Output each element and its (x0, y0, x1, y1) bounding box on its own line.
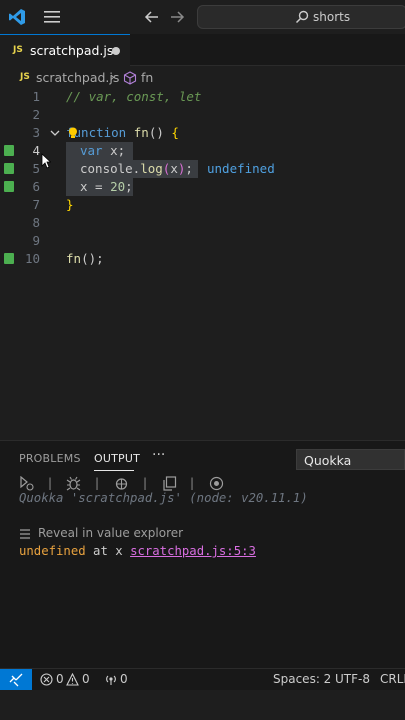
line-number: 8 (32, 215, 40, 230)
line-number: 5 (32, 161, 40, 176)
status-bar: 0 0 0 Spaces: 2 UTF-8 CRLF (0, 668, 405, 691)
fold-chevron-down-icon[interactable] (49, 127, 61, 139)
reveal-label: Reveal in value explorer (38, 526, 184, 540)
remote-indicator-button[interactable] (0, 669, 32, 691)
coverage-marker (4, 253, 14, 264)
line-number: 7 (32, 197, 40, 212)
vscode-logo-icon[interactable] (8, 8, 26, 26)
code-line: 9 (0, 232, 405, 250)
code-text: x = 20; (80, 179, 133, 194)
js-file-icon: JS (13, 45, 23, 55)
indentation-setting[interactable]: Spaces: 2 (273, 672, 331, 686)
line-number: 10 (24, 251, 40, 266)
tab-problems[interactable]: PROBLEMS (19, 452, 81, 465)
line-number: 1 (32, 89, 40, 104)
code-line: 2 (0, 106, 405, 124)
remote-icon (9, 673, 23, 687)
arrow-right-icon[interactable] (168, 8, 186, 26)
symbol-function-icon (123, 71, 137, 85)
list-icon (20, 529, 30, 539)
result-location-prefix: at x (85, 544, 131, 558)
code-line: 3 function fn() { (0, 124, 405, 142)
toolbar-separator: | (143, 476, 148, 490)
line-number: 4 (32, 143, 40, 158)
code-line: 1 // var, const, let (0, 88, 405, 106)
editor-tab-bar: JS scratchpad.js (0, 34, 405, 66)
error-count[interactable]: 0 (56, 672, 64, 686)
toolbar-separator: | (48, 476, 53, 490)
code-line: 8 (0, 214, 405, 232)
warning-icon[interactable] (66, 673, 79, 686)
toolbar-separator: | (95, 476, 100, 490)
title-bar: shorts (0, 0, 405, 34)
run-icon[interactable] (19, 476, 34, 491)
active-tab-indicator (94, 470, 134, 471)
lightbulb-icon[interactable] (68, 127, 78, 139)
arrow-left-icon[interactable] (143, 8, 161, 26)
command-center-search[interactable]: shorts (197, 5, 405, 29)
search-icon (295, 10, 309, 24)
result-source-link[interactable]: scratchpad.js:5:3 (130, 544, 256, 558)
code-line: 4 var x; (0, 142, 405, 160)
code-editor[interactable]: 1 // var, const, let 2 3 function fn() {… (0, 88, 405, 438)
tab-scratchpad[interactable]: JS scratchpad.js (0, 34, 130, 66)
coverage-marker (4, 145, 14, 156)
breadcrumb-separator: › (110, 70, 115, 84)
eol-setting[interactable]: CRLF (380, 672, 405, 686)
coverage-marker (4, 181, 14, 192)
code-line: 6 x = 20; (0, 178, 405, 196)
code-text: fn(); (66, 251, 104, 266)
code-line: 7 } (0, 196, 405, 214)
breadcrumb: JS scratchpad.js › fn (0, 67, 405, 89)
coverage-marker (4, 163, 14, 174)
result-value: undefined (19, 544, 86, 558)
tab-output[interactable]: OUTPUT (94, 452, 140, 465)
bug-icon[interactable] (114, 476, 129, 491)
command-center-label: shorts (313, 10, 351, 24)
code-text: function fn() { (66, 125, 179, 140)
output-channel-select[interactable]: Quokka (296, 449, 405, 470)
bottom-panel: PROBLEMS OUTPUT ··· Quokka | | | | Quokk… (0, 440, 405, 668)
debug-icon[interactable] (66, 476, 81, 491)
output-channel-value: Quokka (304, 453, 352, 468)
mouse-pointer-icon (41, 153, 51, 169)
stop-icon[interactable] (209, 476, 224, 491)
output-header-line: Quokka 'scratchpad.js' (node: v20.11.1) (19, 491, 308, 505)
line-number: 2 (32, 107, 40, 122)
toolbar-separator: | (190, 476, 195, 490)
code-text: // var, const, let (66, 89, 202, 104)
breadcrumb-file[interactable]: scratchpad.js (36, 70, 119, 85)
line-number: 3 (32, 125, 40, 140)
ports-count[interactable]: 0 (120, 672, 128, 686)
breadcrumb-symbol[interactable]: fn (141, 70, 153, 85)
line-number: 9 (32, 233, 40, 248)
encoding-setting[interactable]: UTF-8 (335, 672, 370, 686)
output-result-line: undefined at x scratchpad.js:5:3 (19, 544, 256, 558)
unsaved-dot-icon[interactable] (112, 47, 120, 55)
error-icon[interactable] (40, 673, 53, 686)
code-line: 10 fn(); (0, 250, 405, 268)
code-text: var x; (80, 143, 126, 158)
bottom-margin (0, 690, 405, 720)
menu-icon[interactable] (44, 11, 60, 23)
code-text: console.log(x); (80, 161, 193, 176)
tab-label: scratchpad.js (30, 43, 114, 58)
code-text: } (66, 197, 74, 212)
js-file-icon: JS (20, 72, 30, 82)
more-actions-icon[interactable]: ··· (152, 447, 165, 463)
code-line: 5 console.log(x); undefined (0, 160, 405, 178)
ports-icon[interactable] (104, 673, 118, 686)
copy-icon[interactable] (162, 476, 177, 491)
line-number: 6 (32, 179, 40, 194)
quokka-inline-value: undefined (207, 161, 275, 176)
warning-count[interactable]: 0 (82, 672, 90, 686)
